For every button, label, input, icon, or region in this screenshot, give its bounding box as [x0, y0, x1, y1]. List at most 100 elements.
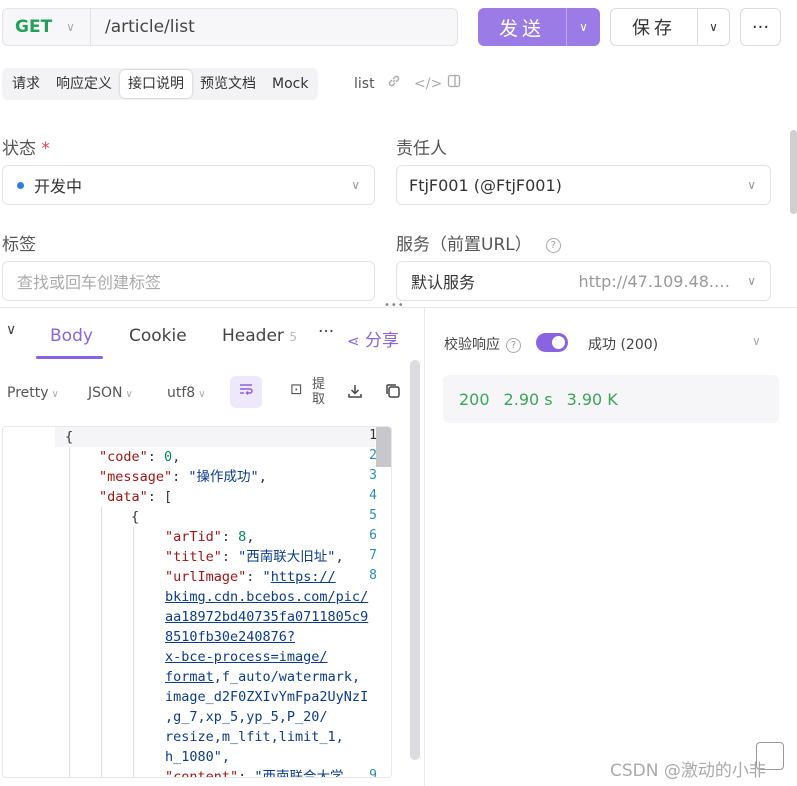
- line-number: 5: [369, 508, 377, 523]
- copy-icon[interactable]: [384, 382, 402, 404]
- code-line: format,f_auto/watermark,: [165, 669, 361, 685]
- send-button[interactable]: 发送 ∨: [478, 8, 600, 46]
- code-line: image_d2F0ZXIvYmFpa2UyNzI: [165, 689, 369, 705]
- chevron-down-icon: ∨: [351, 178, 360, 192]
- service-value: 默认服务: [411, 273, 476, 292]
- response-pane-scrollbar[interactable]: [410, 360, 420, 760]
- download-icon[interactable]: [346, 382, 364, 404]
- service-url: http://47.109.48.…: [578, 271, 730, 291]
- code-line: x-bce-process=image/: [165, 649, 328, 665]
- status-select[interactable]: 开发中 ∨: [2, 165, 375, 205]
- request-tabs: 请求 响应定义 接口说明 预览文档 Mock: [2, 68, 319, 100]
- collapse-chevron-icon[interactable]: ∨: [6, 322, 16, 338]
- response-time: 2.90 s: [503, 389, 553, 409]
- line-number: 3: [369, 468, 377, 483]
- tab-body[interactable]: Body: [50, 326, 93, 346]
- endpoint-name: list: [354, 76, 375, 92]
- code-line: "urlImage": "https://: [165, 569, 336, 585]
- tab-response-definition[interactable]: 响应定义: [48, 70, 120, 98]
- line-number: 9: [369, 768, 377, 778]
- line-number: 8: [369, 568, 377, 583]
- header-count: 5: [289, 330, 297, 344]
- owner-value: FtjF001 (@FtjF001): [409, 175, 562, 195]
- chevron-down-icon: ∨: [198, 389, 206, 400]
- service-select[interactable]: 默认服务 http://47.109.48.… ∨: [396, 261, 771, 301]
- chevron-down-icon: ∨: [747, 274, 756, 288]
- tab-mock[interactable]: Mock: [264, 70, 316, 98]
- indent-guide: [133, 527, 134, 777]
- code-icon[interactable]: </>: [414, 74, 442, 94]
- save-button[interactable]: 保存 ∨: [610, 8, 730, 46]
- extract-icon[interactable]: ⊡: [290, 380, 303, 398]
- save-label: 保存: [632, 18, 676, 39]
- more-tabs-button[interactable]: ···: [318, 322, 334, 342]
- service-label: 服务（前置URL）?: [396, 230, 561, 255]
- owner-select[interactable]: FtjF001 (@FtjF001) ∨: [396, 165, 771, 205]
- validate-response-label: 校验响应?: [444, 334, 521, 354]
- chevron-down-icon: ∨: [747, 178, 756, 192]
- indent-guide: [69, 447, 70, 777]
- response-body-viewer[interactable]: 1 2 3 4 5 6 7 8 9 { "code": 0, "message"…: [2, 426, 392, 778]
- send-label: 发送: [498, 17, 545, 40]
- tab-request[interactable]: 请求: [4, 70, 48, 98]
- tags-label: 标签: [2, 235, 36, 255]
- share-icon: ⋖: [347, 332, 360, 350]
- line-number: 4: [369, 488, 377, 503]
- validation-result: 成功 (200): [588, 337, 659, 353]
- tab-cookie[interactable]: Cookie: [129, 326, 187, 346]
- code-line: resize,m_lfit,limit_1,: [165, 729, 344, 745]
- json-select[interactable]: JSON ∨: [88, 385, 133, 401]
- code-line: bkimg.cdn.bcebos.com/pic/: [165, 589, 369, 605]
- more-options-button[interactable]: ···: [740, 8, 781, 46]
- code-line: {: [65, 429, 74, 445]
- line-number: 6: [369, 528, 377, 543]
- extract-label[interactable]: 提取: [312, 377, 328, 407]
- current-line-highlight: [55, 427, 375, 447]
- help-icon: ?: [506, 337, 521, 353]
- link-icon[interactable]: [384, 74, 404, 94]
- code-scrollbar-thumb[interactable]: [376, 427, 391, 467]
- owner-label: 责任人: [396, 139, 447, 159]
- status-code: 200: [459, 389, 490, 409]
- tags-input[interactable]: 查找或回车创建标签: [2, 261, 375, 301]
- share-button[interactable]: ⋖ 分享: [347, 326, 399, 351]
- chevron-down-icon: ∨: [66, 20, 75, 34]
- code-line: h_1080",: [165, 749, 231, 765]
- code-line: "data": [: [99, 489, 173, 505]
- url-input[interactable]: /article/list: [91, 17, 195, 37]
- code-line: {: [131, 509, 140, 525]
- line-number: 7: [369, 548, 377, 563]
- method-select[interactable]: GET ∨: [3, 9, 91, 45]
- watermark: CSDN @激动的小非: [610, 761, 766, 781]
- split-panel-icon[interactable]: [444, 74, 464, 94]
- tab-header[interactable]: Header 5: [222, 326, 297, 346]
- code-line: "message": "操作成功",: [99, 469, 267, 485]
- send-dropdown-icon[interactable]: ∨: [567, 20, 600, 34]
- chevron-down-icon[interactable]: ∨: [752, 334, 761, 348]
- chevron-down-icon: ∨: [125, 389, 133, 400]
- code-line: "code": 0,: [99, 449, 181, 465]
- code-line: ,g_7,xp_5,yp_5,P_20/: [165, 709, 328, 725]
- image-url-link[interactable]: https://: [271, 569, 336, 585]
- save-dropdown-icon[interactable]: ∨: [698, 20, 729, 34]
- pretty-select[interactable]: Pretty ∨: [7, 385, 59, 401]
- code-line: aa18972bd40735fa0711805c9: [165, 609, 369, 625]
- form-scrollbar[interactable]: [790, 130, 797, 214]
- response-size: 3.90 K: [566, 389, 618, 409]
- method-label: GET: [15, 17, 53, 37]
- encoding-select[interactable]: utf8 ∨: [167, 385, 206, 401]
- code-line: "arTid": 8,: [165, 529, 255, 545]
- indent-guide: [101, 507, 102, 777]
- validate-response-toggle[interactable]: [536, 333, 568, 352]
- resize-handle[interactable]: •••: [384, 300, 405, 311]
- status-dot: [17, 181, 24, 189]
- code-line: "content": "西南联合大学: [165, 769, 344, 778]
- status-value: 开发中: [34, 177, 83, 196]
- tags-placeholder: 查找或回车创建标签: [17, 273, 162, 292]
- request-url-bar: GET ∨ /article/list: [2, 8, 458, 46]
- tab-body-underline: [36, 356, 103, 359]
- vertical-divider[interactable]: [424, 308, 425, 786]
- tab-preview-docs[interactable]: 预览文档: [192, 70, 264, 98]
- word-wrap-icon[interactable]: [230, 376, 262, 408]
- tab-api-description[interactable]: 接口说明: [120, 70, 192, 98]
